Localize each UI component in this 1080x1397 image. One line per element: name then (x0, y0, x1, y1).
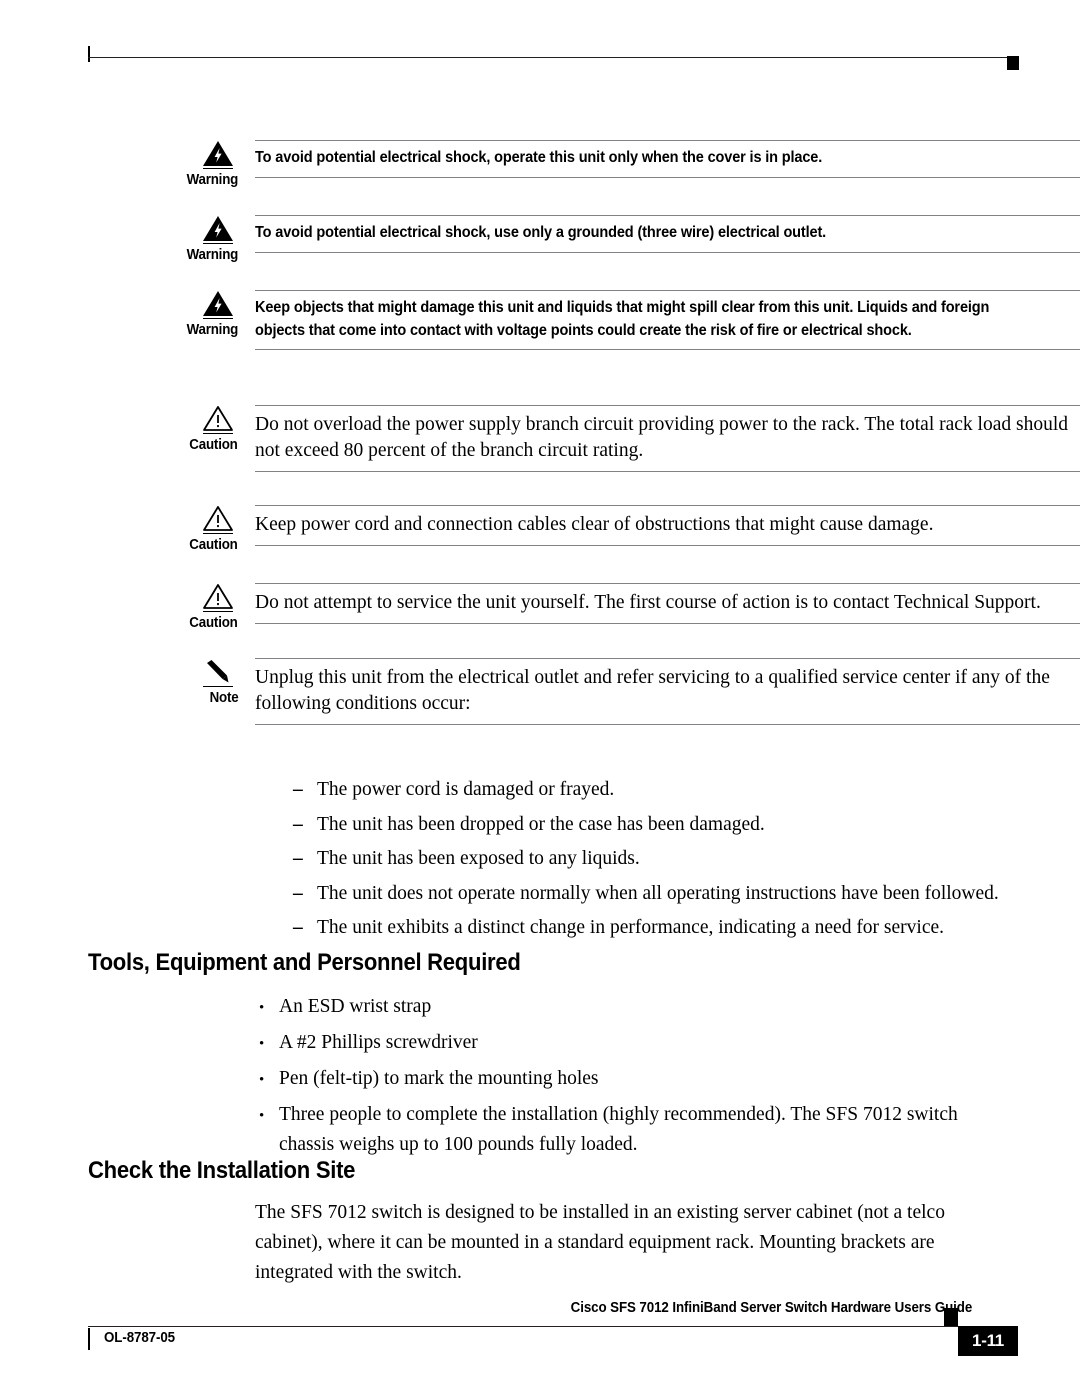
list-item-label: The unit has been dropped or the case ha… (317, 813, 765, 835)
icon-underline (203, 611, 233, 613)
dash-marker: – (293, 813, 303, 835)
icon-underline (203, 168, 233, 170)
admonition-note-1: Note Unplug this unit from the electrica… (0, 658, 1080, 725)
note-pencil-icon (201, 658, 235, 685)
admonition-text: Keep power cord and connection cables cl… (255, 514, 934, 535)
caution-exclamation-triangle-icon (201, 505, 235, 532)
icon-underline (203, 686, 233, 688)
crop-tick-icon (88, 46, 90, 62)
admonition-body: Keep objects that might damage this unit… (255, 290, 1080, 350)
crop-square-icon (1007, 56, 1019, 70)
list-item-label: The unit has been exposed to any liquids… (317, 848, 640, 869)
page-top-rule-area (88, 46, 1019, 70)
section-heading-tools: Tools, Equipment and Personnel Required (88, 949, 521, 976)
admonition-text: Keep objects that might damage this unit… (255, 299, 990, 339)
list-item: – The unit exhibits a distinct change in… (0, 913, 1080, 943)
list-item-label: Pen (felt-tip) to mark the mounting hole… (279, 1068, 599, 1089)
admonition-caution-2: Caution Keep power cord and connection c… (0, 505, 1080, 554)
dash-marker: – (293, 917, 303, 938)
admonition-warning-1: Warning To avoid potential electrical sh… (0, 140, 1080, 189)
list-item-label: The power cord is damaged or frayed. (317, 779, 615, 800)
dash-marker: – (293, 848, 303, 869)
admonition-body: Unplug this unit from the electrical out… (255, 658, 1080, 725)
warning-lightning-triangle-icon (201, 140, 235, 167)
admonition-text: To avoid potential electrical shock, use… (255, 224, 827, 241)
icon-underline (203, 433, 233, 435)
bullet-marker: • (259, 1072, 265, 1088)
admonition-gutter: Caution (0, 505, 239, 554)
list-item: • Three people to complete the installat… (0, 1100, 1080, 1160)
document-page: Warning To avoid potential electrical sh… (0, 0, 1080, 1397)
footer-crop-tick-icon (88, 1328, 90, 1350)
admonition-body: Do not attempt to service the unit yours… (255, 583, 1080, 624)
warning-lightning-triangle-icon (201, 215, 235, 242)
list-item: • A #2 Phillips screwdriver (0, 1028, 1080, 1059)
tools-bullet-list: • An ESD wrist strap • A #2 Phillips scr… (0, 992, 1080, 1165)
admonition-gutter: Note (0, 658, 239, 707)
list-item-label: The unit exhibits a distinct change in p… (317, 917, 945, 938)
admonition-text: Do not attempt to service the unit yours… (255, 592, 1041, 613)
admonition-text: To avoid potential electrical shock, ope… (255, 149, 823, 166)
list-item: – The unit has been exposed to any liqui… (0, 844, 1080, 874)
list-item-label: Three people to complete the installatio… (279, 1104, 958, 1155)
bullet-marker: • (259, 1036, 265, 1052)
admonition-label: Warning (186, 247, 239, 264)
admonition-warning-2: Warning To avoid potential electrical sh… (0, 215, 1080, 264)
admonition-gutter: Warning (0, 215, 239, 264)
admonition-gutter: Caution (0, 405, 239, 454)
footer-document-id: OL-8787-05 (104, 1330, 176, 1346)
header-rule (88, 57, 1017, 58)
list-item: – The power cord is damaged or frayed. (0, 775, 1080, 805)
warning-lightning-triangle-icon (201, 290, 235, 317)
admonition-label: Caution (189, 615, 239, 632)
caution-exclamation-triangle-icon (201, 405, 235, 432)
list-item: • An ESD wrist strap (0, 992, 1080, 1023)
dash-marker: – (293, 779, 303, 800)
admonition-label: Warning (186, 322, 239, 339)
icon-underline (203, 243, 233, 245)
icon-underline (203, 318, 233, 320)
admonition-gutter: Caution (0, 583, 239, 632)
footer-crop-square-icon (944, 1308, 958, 1326)
install-site-paragraph: The SFS 7012 switch is designed to be in… (255, 1202, 945, 1283)
admonition-label: Caution (189, 437, 239, 454)
admonition-body: Do not overload the power supply branch … (255, 405, 1080, 472)
admonition-text: Unplug this unit from the electrical out… (255, 667, 1050, 714)
list-item-label: The unit does not operate normally when … (317, 882, 999, 904)
list-item: • Pen (felt-tip) to mark the mounting ho… (0, 1064, 1080, 1095)
caution-exclamation-triangle-icon (201, 583, 235, 610)
admonition-gutter: Warning (0, 140, 239, 189)
admonition-caution-3: Caution Do not attempt to service the un… (0, 583, 1080, 632)
dash-marker: – (293, 882, 303, 904)
list-item-label: A #2 Phillips screwdriver (279, 1032, 478, 1053)
footer-guide-title: Cisco SFS 7012 InfiniBand Server Switch … (570, 1300, 972, 1316)
admonition-label: Warning (186, 172, 239, 189)
section-heading-install-site: Check the Installation Site (88, 1157, 356, 1184)
bullet-marker: • (259, 1108, 265, 1124)
bullet-marker: • (259, 1000, 265, 1016)
admonition-caution-1: Caution Do not overload the power supply… (0, 405, 1080, 472)
conditions-list: – The power cord is damaged or frayed. –… (0, 775, 1080, 948)
admonition-warning-3: Warning Keep objects that might damage t… (0, 290, 1080, 350)
admonition-gutter: Warning (0, 290, 239, 339)
admonition-body: Keep power cord and connection cables cl… (255, 505, 1080, 546)
admonition-body: To avoid potential electrical shock, use… (255, 215, 1080, 253)
admonition-label: Note (209, 690, 239, 707)
page-footer: Cisco SFS 7012 InfiniBand Server Switch … (0, 1300, 1080, 1380)
admonition-text: Do not overload the power supply branch … (255, 414, 1069, 461)
footer-rule (88, 1326, 978, 1327)
list-item-label: An ESD wrist strap (279, 996, 432, 1017)
list-item: – The unit does not operate normally whe… (0, 879, 1080, 909)
list-item: – The unit has been dropped or the case … (0, 810, 1080, 840)
admonition-label: Caution (189, 537, 239, 554)
admonition-body: To avoid potential electrical shock, ope… (255, 140, 1080, 178)
icon-underline (203, 533, 233, 535)
page-number-box: 1-11 (958, 1326, 1018, 1356)
